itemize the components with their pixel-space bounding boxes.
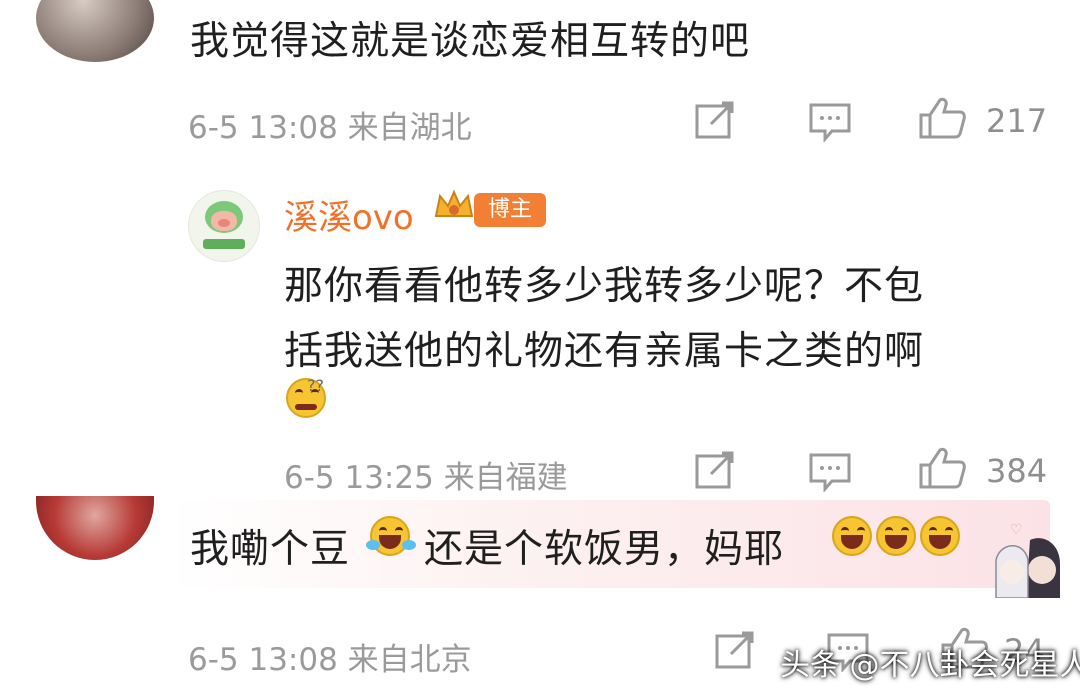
comment-icon[interactable] — [808, 102, 852, 142]
comment-text: 括我送他的礼物还有亲属卡之类的啊 — [284, 329, 925, 374]
crying-laughing-emoji-icon — [366, 516, 416, 556]
comment-icon[interactable] — [808, 452, 852, 492]
like-count: 217 — [986, 102, 1048, 140]
comment-meta: 6-5 13:08 来自北京 — [188, 642, 472, 678]
thumbs-up-icon[interactable] — [918, 96, 968, 140]
thumbs-up-icon[interactable] — [918, 446, 968, 490]
username[interactable]: 溪溪ovo — [284, 190, 414, 239]
like-count: 384 — [986, 452, 1048, 490]
comment-text: 还是个软饭男，妈耶 — [424, 527, 785, 572]
anime-sticker: ♡ — [990, 520, 1066, 599]
crown-icon — [432, 186, 476, 226]
avatar[interactable] — [188, 190, 260, 262]
laughing-emoji-icon — [876, 516, 916, 556]
comment-meta: 6-5 13:08 来自湖北 — [188, 110, 472, 146]
share-icon[interactable] — [714, 630, 756, 670]
comment-text: 我觉得这就是谈恋爱相互转的吧 — [190, 19, 751, 64]
laughing-emoji-icon — [920, 516, 960, 556]
comment-meta: 6-5 13:25 来自福建 — [284, 460, 568, 496]
share-icon[interactable] — [694, 100, 736, 140]
share-icon[interactable] — [694, 450, 736, 490]
avatar[interactable] — [36, 0, 154, 62]
watermark: 头条 @不八卦会死星人 — [780, 648, 1080, 683]
blogger-badge: 博主 — [474, 193, 546, 227]
svg-text:♡: ♡ — [1010, 522, 1023, 538]
laughing-emoji-icon — [832, 516, 872, 556]
comment-text: 那你看看他转多少我转多少呢？不包 — [284, 264, 925, 309]
dizzy-emoji-icon: ?? — [286, 376, 326, 418]
avatar[interactable] — [36, 496, 154, 560]
comment-text: 我嘞个豆 — [190, 527, 351, 572]
